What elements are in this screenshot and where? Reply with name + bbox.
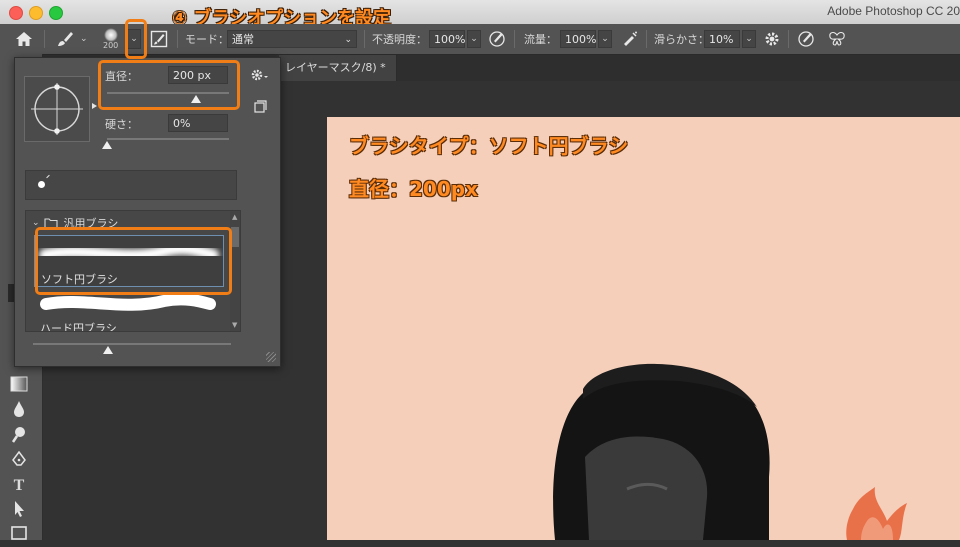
overlay-diameter: 直径：200px: [349, 177, 478, 201]
pressure-size-icon: [798, 31, 814, 47]
preview-size-slider[interactable]: [33, 343, 231, 345]
brush-tip-icon: [46, 174, 50, 179]
close-window-button[interactable]: [9, 6, 23, 20]
brush-angle-roundness-control[interactable]: [24, 76, 90, 142]
rectangle-icon: [11, 526, 27, 540]
smoothing-settings-button[interactable]: [764, 24, 780, 54]
brush-tool-preset-button[interactable]: ⌄: [56, 24, 88, 54]
butterfly-icon: [829, 32, 845, 46]
flow-input[interactable]: 100%: [560, 30, 596, 48]
resize-grip-icon[interactable]: [266, 352, 276, 362]
hardness-slider-thumb[interactable]: [102, 141, 112, 149]
symmetry-button[interactable]: [828, 24, 846, 54]
new-preset-icon: [254, 100, 267, 113]
flow-label: 流量：: [524, 33, 557, 46]
scrollbar-thumb[interactable]: [231, 227, 239, 247]
home-button[interactable]: [14, 24, 34, 54]
canvas[interactable]: ブラシタイプ：ソフト円ブラシ 直径：200px: [327, 117, 960, 540]
gear-icon: [251, 69, 268, 81]
smoothing-label: 滑らかさ：: [654, 33, 709, 46]
callout-soft-brush: [35, 227, 232, 295]
brush-angle-icon: [31, 83, 83, 135]
new-preset-button[interactable]: [253, 100, 267, 117]
type-tool-icon: T: [13, 477, 25, 494]
dodge-icon: [11, 427, 25, 443]
water-drop-icon: [14, 401, 24, 417]
mode-select-field: 通常 ⌄: [227, 30, 357, 48]
blur-tool[interactable]: [8, 400, 30, 422]
panel-settings-button[interactable]: [251, 68, 269, 85]
pen-tool[interactable]: [8, 450, 30, 473]
airbrush-icon: [624, 31, 637, 46]
arrow-pointer-icon: [15, 501, 24, 517]
minimize-window-button[interactable]: [29, 6, 43, 20]
airbrush-button[interactable]: [621, 24, 639, 54]
type-tool[interactable]: T: [8, 475, 30, 497]
chevron-down-icon: ⌄: [80, 34, 88, 44]
rectangle-tool[interactable]: [8, 525, 30, 547]
pressure-opacity-button[interactable]: [488, 24, 506, 54]
preview-size-slider-thumb[interactable]: [103, 346, 113, 354]
mode-label: モード：: [185, 33, 229, 46]
angle-arrow-icon: [92, 103, 97, 109]
brush-name-hard-round: ハード円ブラシ: [40, 322, 117, 332]
document-tab-title: レイヤーマスク/8) *: [285, 61, 386, 74]
opacity-input[interactable]: 100%: [429, 30, 465, 48]
callout-brush-dropdown: [125, 19, 147, 59]
gear-icon: [765, 32, 779, 46]
zoom-window-button[interactable]: [49, 6, 63, 20]
brush-icon: [58, 32, 73, 46]
pen-icon: [12, 450, 26, 466]
brush-size-preview: 200: [103, 24, 118, 54]
flow-dropdown[interactable]: ⌄: [598, 30, 612, 48]
app-title: Adobe Photoshop CC 20: [827, 4, 960, 18]
recent-soft-brush[interactable]: [38, 181, 45, 188]
mode-select[interactable]: 通常 ⌄: [227, 24, 357, 54]
soft-brush-dot-icon: [103, 28, 118, 42]
gradient-tool[interactable]: [8, 376, 30, 398]
callout-size: [98, 60, 240, 110]
pressure-pen-icon: [489, 31, 505, 47]
document-tab[interactable]: レイヤーマスク/8) *: [279, 55, 397, 81]
chevron-down-icon: ⌄: [344, 35, 352, 45]
pressure-size-button[interactable]: [797, 24, 815, 54]
smoothing-dropdown[interactable]: ⌄: [742, 30, 756, 48]
opacity-label: 不透明度：: [372, 33, 427, 46]
scroll-down-icon: ▼: [232, 321, 238, 329]
path-selection-tool[interactable]: [8, 500, 30, 522]
gradient-icon: [10, 376, 28, 392]
scroll-up-icon: ▲: [232, 213, 238, 221]
brush-settings-icon: [150, 30, 168, 48]
mode-value: 通常: [232, 33, 254, 46]
brush-settings-panel-button[interactable]: [150, 24, 168, 54]
dodge-tool[interactable]: [8, 426, 30, 448]
hardness-slider[interactable]: [107, 138, 229, 140]
brush-size-value: 200: [103, 41, 119, 50]
recent-brushes-strip: [25, 170, 237, 200]
brush-item-hard-round[interactable]: ハード円ブラシ: [34, 291, 224, 331]
smoothing-input[interactable]: 10%: [704, 30, 740, 48]
opacity-dropdown[interactable]: ⌄: [467, 30, 481, 48]
hardness-input[interactable]: 0%: [168, 114, 228, 132]
home-icon: [16, 32, 32, 46]
hardness-label: 硬さ：: [105, 118, 138, 131]
overlay-brush-type: ブラシタイプ：ソフト円ブラシ: [349, 134, 629, 158]
